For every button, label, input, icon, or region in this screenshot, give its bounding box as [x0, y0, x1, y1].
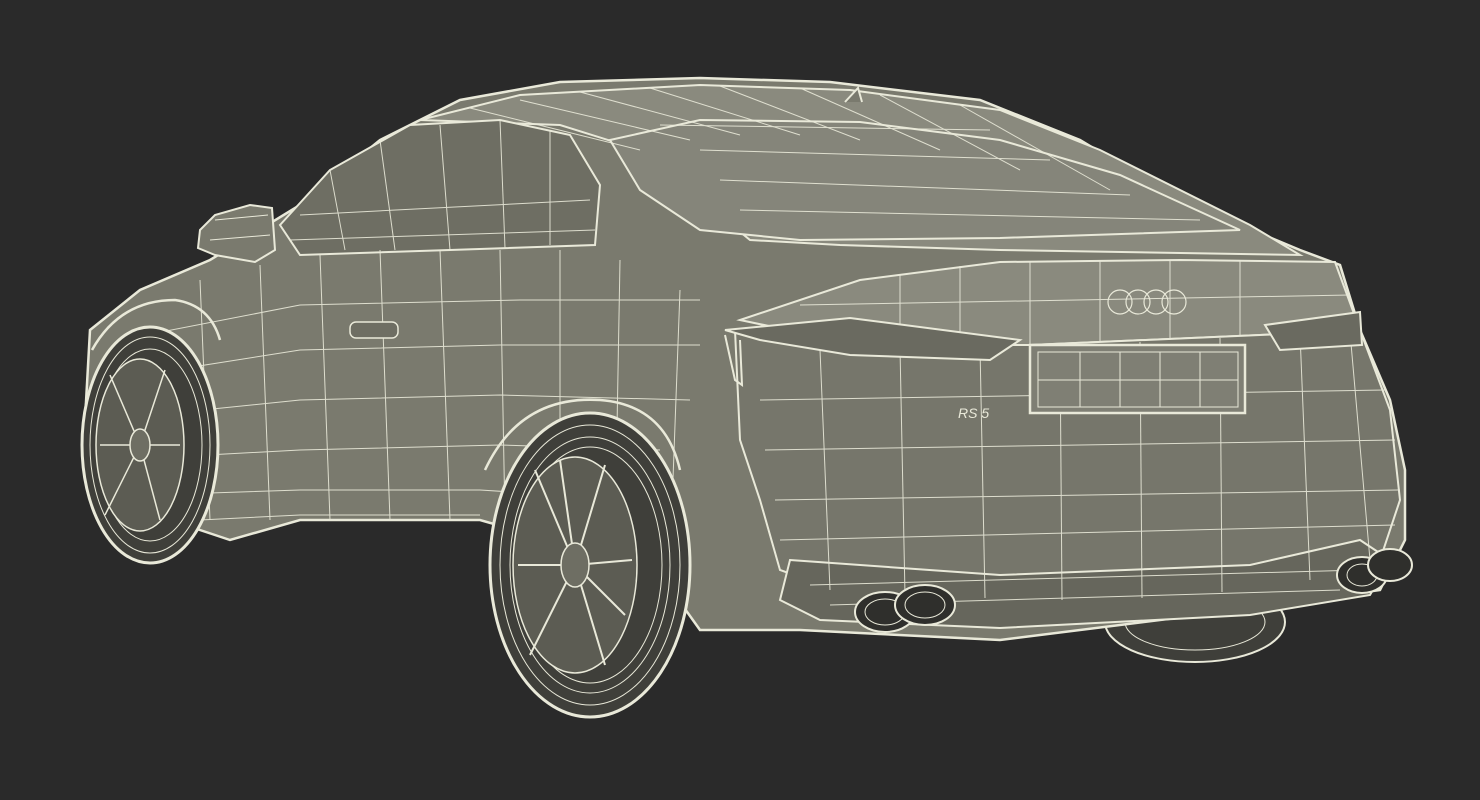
rear-wheel	[488, 411, 692, 719]
side-mirror	[196, 203, 277, 264]
model-badge: RS 5	[958, 405, 989, 421]
license-plate	[1028, 343, 1247, 415]
door-handle	[349, 321, 399, 339]
car-wireframe-render: RS 5	[80, 76, 1413, 719]
render-viewport: RS 5	[0, 0, 1480, 800]
front-wheel	[80, 325, 220, 565]
